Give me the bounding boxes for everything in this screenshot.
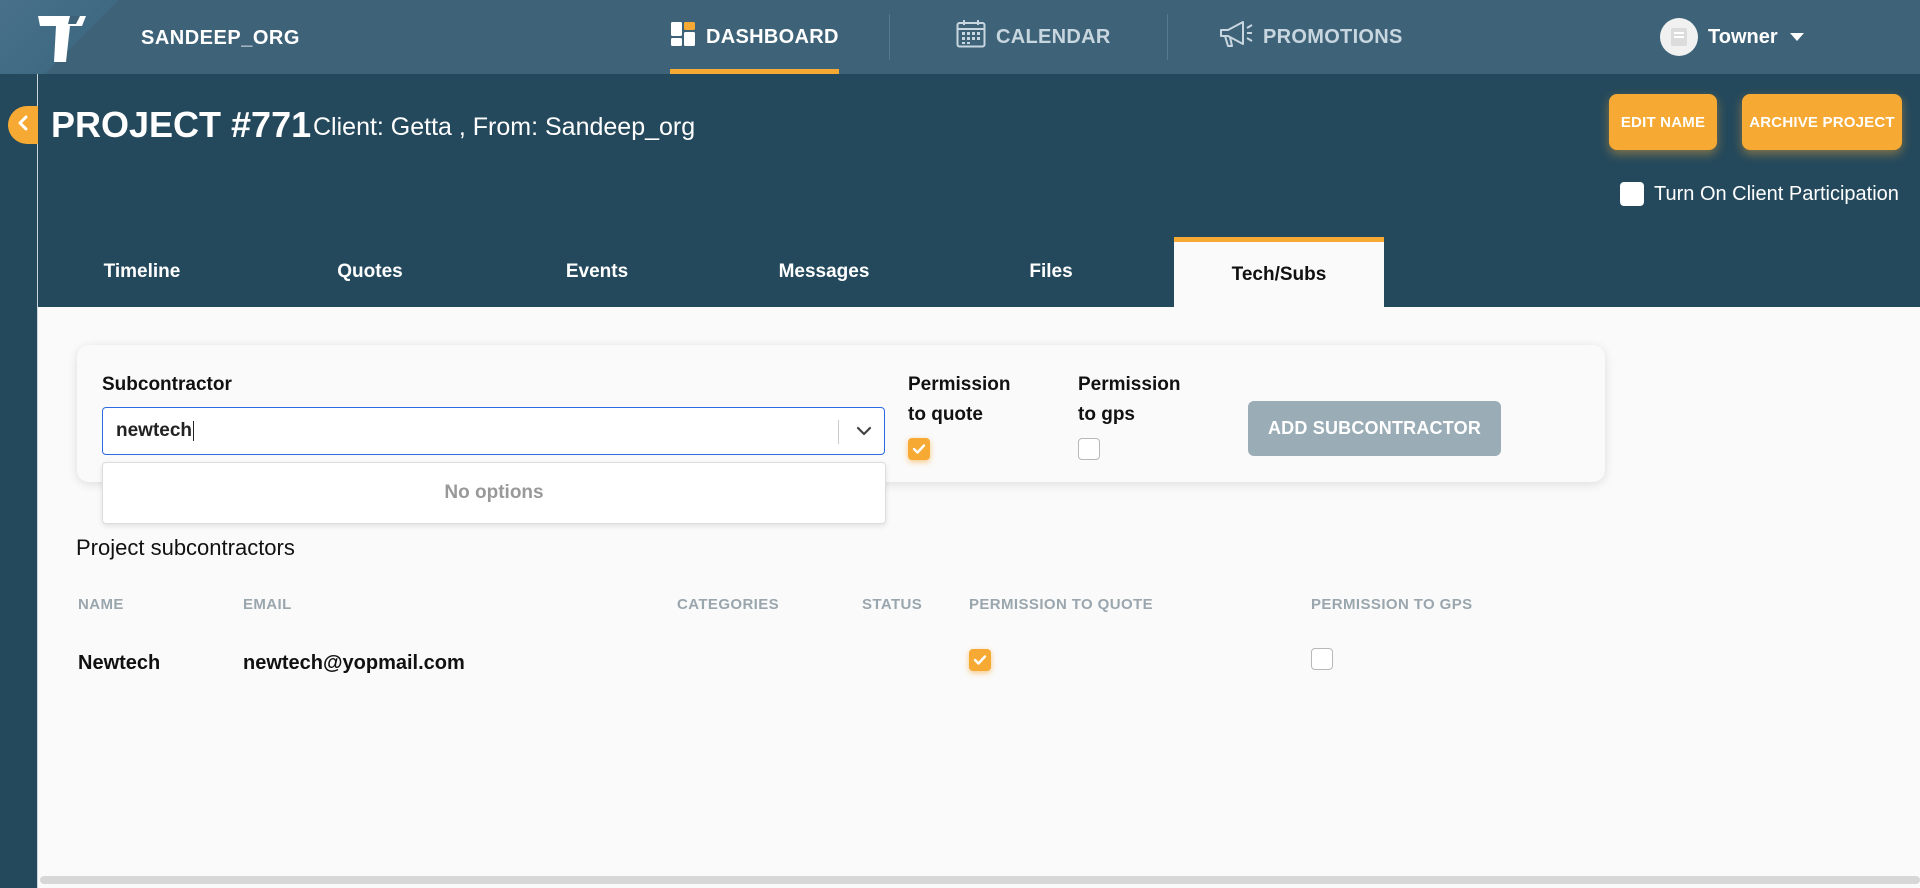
- tab-tech-subs[interactable]: Tech/Subs: [1174, 237, 1384, 307]
- add-subcontractor-button[interactable]: ADD SUBCONTRACTOR: [1248, 401, 1501, 456]
- check-icon: [973, 655, 987, 665]
- column-header-email: EMAIL: [243, 596, 292, 613]
- row-permission-quote-checkbox[interactable]: [969, 649, 991, 671]
- megaphone-icon: [1219, 20, 1253, 54]
- dropdown-empty-message: No options: [444, 482, 544, 503]
- page-title: PROJECT #771: [51, 104, 312, 145]
- check-icon: [912, 444, 926, 454]
- nav-calendar-label: CALENDAR: [996, 25, 1111, 48]
- user-name: Towner: [1708, 25, 1778, 48]
- row-permission-gps-checkbox[interactable]: [1311, 648, 1333, 670]
- permission-gps-label: Permission to gps: [1078, 374, 1181, 425]
- nav-dashboard-label: DASHBOARD: [706, 25, 839, 48]
- column-header-permission-gps: PERMISSION TO GPS: [1311, 596, 1473, 613]
- nav-divider: [1167, 14, 1168, 60]
- select-divider: [838, 420, 839, 444]
- permission-quote-label: Permission to quote: [908, 374, 1011, 425]
- nav-promotions[interactable]: PROMOTIONS: [1219, 0, 1403, 74]
- column-header-categories: CATEGORIES: [677, 596, 780, 613]
- nav-dashboard[interactable]: DASHBOARD: [670, 0, 839, 74]
- subcontractor-dropdown: No options: [102, 462, 886, 524]
- tab-messages[interactable]: Messages: [719, 237, 929, 307]
- horizontal-scrollbar[interactable]: [40, 876, 1920, 884]
- project-client-info: Client: Getta , From: Sandeep_org: [313, 113, 696, 141]
- column-header-status: STATUS: [862, 596, 923, 613]
- archive-project-button[interactable]: ARCHIVE PROJECT: [1742, 94, 1902, 150]
- nav-calendar[interactable]: CALENDAR: [956, 0, 1111, 74]
- section-title: Project subcontractors: [76, 535, 295, 560]
- user-menu[interactable]: Towner: [1660, 18, 1804, 56]
- permission-quote-checkbox[interactable]: [908, 438, 930, 460]
- top-navbar: SANDEEP_ORG DASHBOARD CALENDAR PROMOTION…: [0, 0, 1920, 74]
- app-logo-icon[interactable]: [36, 12, 88, 64]
- chevron-down-icon: [1789, 33, 1804, 41]
- chevron-left-icon: [16, 115, 30, 136]
- avatar: [1660, 18, 1698, 56]
- client-participation-checkbox[interactable]: [1620, 182, 1644, 206]
- column-header-name: NAME: [78, 596, 124, 613]
- calendar-icon: [956, 20, 986, 54]
- tab-files[interactable]: Files: [946, 237, 1156, 307]
- subcontractor-select[interactable]: newtech: [102, 407, 885, 455]
- nav-promotions-label: PROMOTIONS: [1263, 25, 1403, 48]
- client-participation-label: Turn On Client Participation: [1654, 182, 1899, 205]
- tab-events[interactable]: Events: [492, 237, 702, 307]
- edit-name-button[interactable]: EDIT NAME: [1609, 94, 1717, 150]
- tab-quotes[interactable]: Quotes: [265, 237, 475, 307]
- chevron-down-icon[interactable]: [855, 422, 873, 445]
- left-sidebar-rail: [0, 74, 38, 888]
- column-header-permission-quote: PERMISSION TO QUOTE: [969, 596, 1154, 613]
- tab-timeline[interactable]: Timeline: [37, 237, 247, 307]
- org-name: SANDEEP_ORG: [141, 27, 300, 49]
- subcontractor-input[interactable]: newtech: [116, 420, 195, 442]
- row-email: newtech@yopmail.com: [243, 652, 465, 674]
- row-name: Newtech: [78, 652, 161, 674]
- nav-divider: [889, 14, 890, 60]
- permission-gps-checkbox[interactable]: [1078, 438, 1100, 460]
- dashboard-icon: [670, 21, 696, 53]
- collapse-sidebar-button[interactable]: [8, 106, 38, 144]
- client-participation-toggle[interactable]: Turn On Client Participation: [1620, 182, 1899, 206]
- subcontractor-label: Subcontractor: [102, 374, 232, 395]
